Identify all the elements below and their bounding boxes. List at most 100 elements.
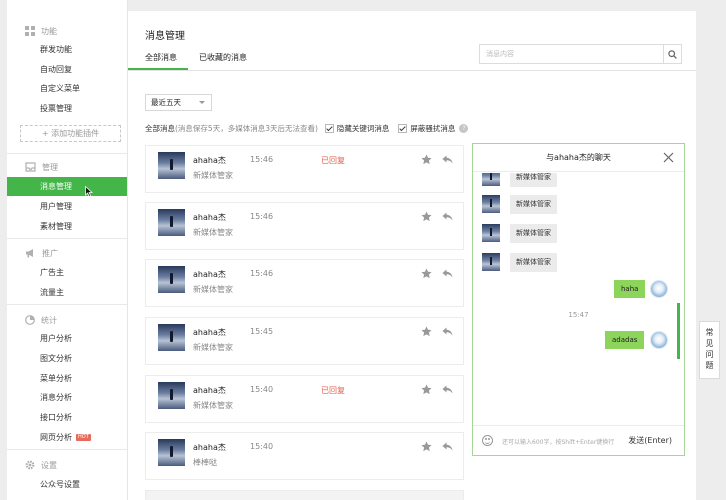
sidebar-item-user-analysis[interactable]: 用户分析	[7, 329, 127, 348]
message-item[interactable]: ahaha杰 15:46 新媒体管家	[145, 259, 464, 307]
reply-icon[interactable]	[442, 327, 453, 336]
page-title: 消息管理	[145, 31, 185, 42]
message-text: 新媒体管家	[193, 343, 233, 352]
reply-icon[interactable]	[442, 212, 453, 221]
block-spam-label: 屏蔽骚扰消息	[410, 123, 456, 133]
avatar	[158, 266, 185, 293]
star-icon[interactable]	[421, 441, 432, 452]
divider	[7, 238, 127, 239]
sidebar-item-messages[interactable]: 消息管理	[7, 177, 127, 196]
star-icon[interactable]	[421, 268, 432, 279]
send-button[interactable]: 发送(Enter)	[628, 435, 672, 446]
chat-input-area[interactable]: 还可以输入600字，按Shift+Enter键换行 发送(Enter)	[473, 425, 684, 455]
message-text: 新媒体管家	[193, 401, 233, 410]
divider	[7, 153, 127, 154]
hide-keyword-label: 隐藏关键词消息	[336, 123, 390, 133]
message-time: 15:46	[250, 212, 274, 221]
sidebar-item-article-analysis[interactable]: 图文分析	[7, 349, 127, 368]
sidebar-item-advertiser[interactable]: 广告主	[7, 263, 127, 282]
avatar	[158, 152, 185, 179]
sidebar-section-manage: 管理	[25, 161, 58, 173]
sidebar-item-vote[interactable]: 投票管理	[7, 99, 127, 118]
sidebar-item-auto-reply[interactable]: 自动回复	[7, 60, 127, 79]
message-time: 15:40	[250, 442, 274, 451]
faq-button[interactable]: 常 见 问 题	[699, 321, 720, 379]
hide-keyword-checkbox[interactable]	[324, 123, 334, 133]
input-hint: 还可以输入600字，按Shift+Enter键换行	[502, 439, 615, 446]
sidebar-item-materials[interactable]: 素材管理	[7, 217, 127, 236]
help-icon[interactable]: ?	[459, 123, 469, 133]
mouse-cursor-icon	[85, 186, 93, 197]
message-item[interactable]: ahaha杰 15:40 棒棒哒	[145, 432, 464, 480]
tab-starred-messages[interactable]: 已收藏的消息	[199, 52, 247, 63]
message-item[interactable]: ahaha杰 15:40 已回复 新媒体管家	[145, 375, 464, 423]
message-item[interactable]: ahaha杰 15:46 新媒体管家	[145, 202, 464, 250]
chat-title: 与ahaha杰的聊天	[473, 144, 684, 172]
avatar	[158, 439, 185, 466]
chat-bubble-out: haha	[614, 280, 646, 298]
sidebar-section-promote: 推广	[25, 247, 58, 259]
avatar	[482, 224, 500, 242]
section-title: 统计	[41, 315, 57, 325]
tab-all-messages[interactable]: 全部消息	[145, 52, 177, 63]
reply-icon[interactable]	[442, 385, 453, 394]
section-title: 管理	[42, 162, 58, 172]
sidebar-item-publisher[interactable]: 流量主	[7, 283, 127, 302]
star-icon[interactable]	[421, 154, 432, 165]
message-item[interactable]: ahaha杰 15:45 新媒体管家	[145, 317, 464, 365]
divider	[128, 70, 696, 71]
reply-icon[interactable]	[442, 155, 453, 164]
message-time: 15:46	[250, 269, 274, 278]
divider	[7, 449, 127, 450]
faq-label-char: 常	[705, 328, 714, 337]
chat-bubble-out: adadas	[605, 331, 645, 349]
date-range-select[interactable]: 最近五天	[145, 94, 212, 111]
sidebar-item-users[interactable]: 用户管理	[7, 197, 127, 216]
chat-bubble: 新媒体管家	[510, 252, 557, 272]
avatar	[650, 280, 668, 298]
avatar	[158, 382, 185, 409]
star-icon[interactable]	[421, 326, 432, 337]
chat-time-divider: 15:47	[568, 311, 589, 319]
close-icon[interactable]	[663, 152, 674, 163]
megaphone-icon	[26, 249, 33, 258]
chevron-down-icon	[199, 101, 205, 104]
avatar	[482, 195, 500, 213]
message-item[interactable]: ahaha杰 15:46 已回复 新媒体管家	[145, 145, 464, 193]
sidebar-item-api-analysis[interactable]: 接口分析	[7, 408, 127, 427]
sidebar-item-message-analysis[interactable]: 消息分析	[7, 388, 127, 407]
star-icon[interactable]	[421, 211, 432, 222]
reply-icon[interactable]	[442, 442, 453, 451]
sidebar-section-stats: 统计	[25, 314, 57, 326]
message-text: 新媒体管家	[193, 171, 233, 180]
sidebar-item-web-analysis[interactable]: 网页分析 HOT	[7, 428, 127, 447]
sidebar-item-account-settings[interactable]: 公众号设置	[7, 475, 127, 494]
star-icon[interactable]	[421, 384, 432, 395]
sender-name: ahaha杰	[193, 386, 226, 395]
retention-note: (消息保存5天，多媒体消息3天后无法查看)	[175, 123, 318, 133]
block-spam-checkbox[interactable]	[398, 123, 408, 133]
chat-history[interactable]: 新媒体管家 新媒体管家 新媒体管家 新媒体管家 haha 15:47 adada…	[473, 173, 684, 426]
avatar	[158, 209, 185, 236]
search-button[interactable]	[663, 45, 681, 63]
hot-badge: HOT	[76, 434, 91, 441]
sidebar-item-menu-analysis[interactable]: 菜单分析	[7, 369, 127, 388]
sender-name: ahaha杰	[193, 213, 226, 222]
reply-status: 已回复	[321, 156, 345, 165]
sidebar-item-custom-menu[interactable]: 自定义菜单	[7, 79, 127, 98]
emoji-icon[interactable]	[482, 435, 493, 446]
message-text: 棒棒哒	[193, 458, 217, 467]
chat-message-in: 新媒体管家	[482, 223, 557, 243]
avatar	[482, 173, 500, 186]
scrollbar[interactable]	[677, 303, 680, 359]
filter-label: 全部消息	[145, 123, 175, 133]
reply-icon[interactable]	[442, 269, 453, 278]
add-plugin-button[interactable]: + 添加功能插件	[20, 125, 121, 142]
sidebar-section-function: 功能	[25, 25, 57, 37]
divider	[7, 304, 127, 305]
chat-panel: 与ahaha杰的聊天 新媒体管家 新媒体管家 新媒体管家 新媒体管家 haha …	[472, 143, 685, 456]
search-input[interactable]	[486, 48, 654, 60]
message-text: 新媒体管家	[193, 285, 233, 294]
message-item	[145, 490, 464, 500]
sidebar-item-mass-send[interactable]: 群发功能	[7, 40, 127, 59]
